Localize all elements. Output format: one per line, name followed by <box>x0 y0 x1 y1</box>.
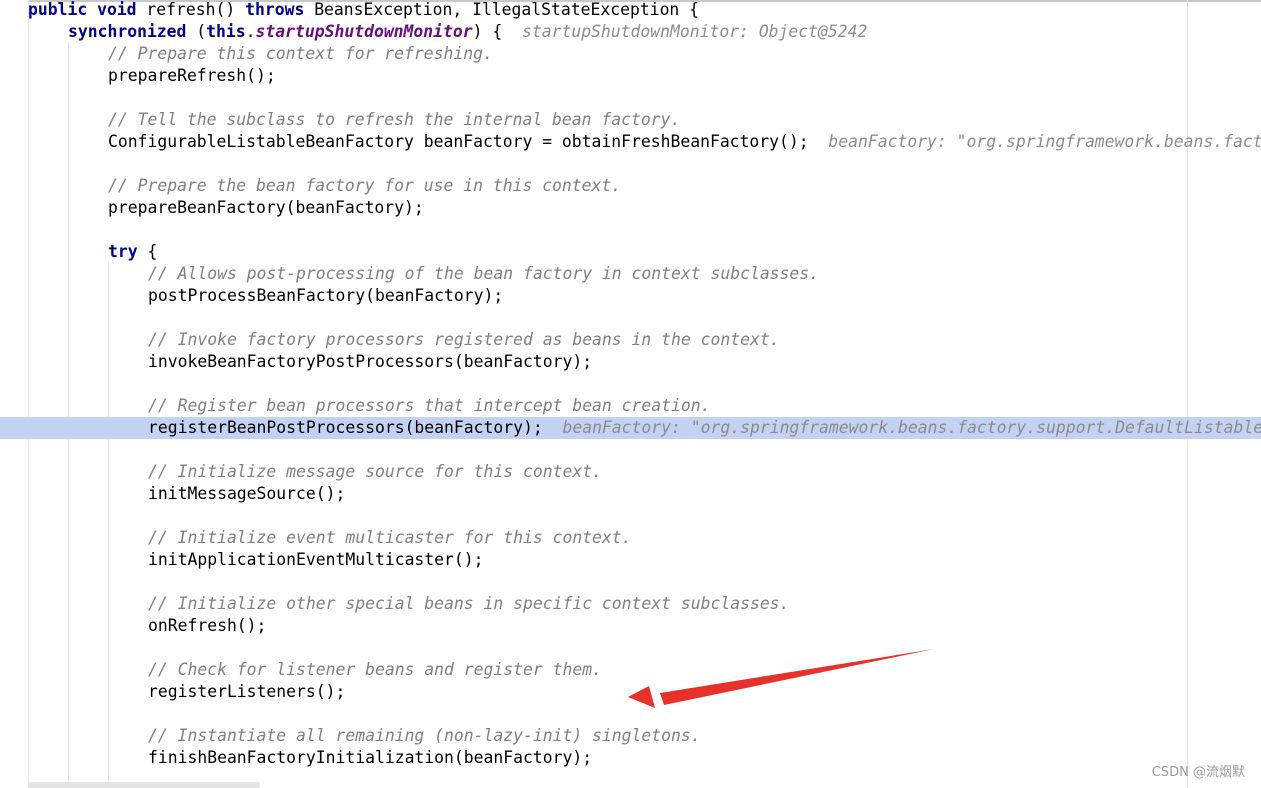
red-arrow-icon <box>660 649 934 705</box>
horizontal-scrollbar[interactable] <box>28 782 260 788</box>
code-editor[interactable]: public void refresh() throws BeansExcept… <box>0 0 1261 788</box>
arrow-head-icon <box>628 686 655 708</box>
red-arrow-annotation <box>628 649 934 708</box>
watermark: CSDN @流烟默 <box>1151 765 1245 780</box>
